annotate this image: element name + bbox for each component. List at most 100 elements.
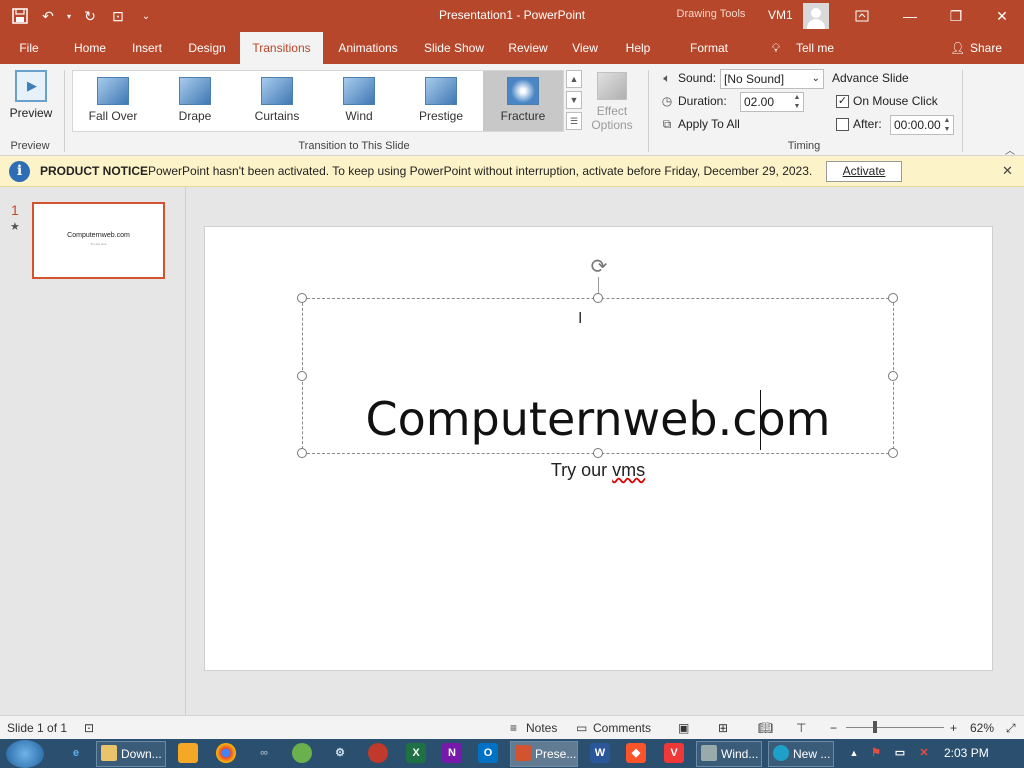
tab-home[interactable]: Home — [64, 32, 116, 64]
tab-file[interactable]: File — [8, 32, 50, 64]
group-separator — [64, 70, 65, 152]
word-icon[interactable]: W — [590, 743, 610, 763]
taskbar-downloads-label: Down... — [121, 747, 162, 761]
preview-icon — [15, 70, 47, 102]
normal-view-icon[interactable]: ▣ — [678, 721, 689, 735]
slide-title[interactable]: Computernweb.com — [302, 392, 894, 446]
transition-fall-over[interactable]: Fall Over — [73, 71, 153, 131]
duration-value: 02.00 — [744, 95, 775, 109]
transition-curtains[interactable]: Curtains — [237, 71, 317, 131]
resize-handle[interactable] — [297, 371, 307, 381]
collapse-ribbon-icon[interactable]: ︿ — [1002, 142, 1018, 157]
slide-show-view-icon[interactable]: ⊤ — [796, 721, 806, 735]
thumbnail-subtitle: Try our vms — [90, 242, 107, 246]
transition-gallery: Fall Over Drape Curtains Wind Prestige F… — [72, 70, 564, 132]
tray-flag-icon[interactable]: ⚑ — [866, 743, 886, 763]
gallery-scroll-up-icon[interactable]: ▲ — [566, 70, 582, 88]
fit-slide-icon[interactable]: ⤢ — [1006, 721, 1016, 736]
notes-icon[interactable]: ≡ — [510, 721, 517, 735]
comments-icon[interactable]: ▭ — [576, 721, 587, 735]
close-notice-icon[interactable]: ✕ — [1002, 163, 1013, 179]
taskbar-powerpoint-button[interactable]: Prese... — [510, 741, 578, 767]
tab-insert[interactable]: Insert — [124, 32, 170, 64]
restore-icon[interactable]: ❐ — [944, 4, 968, 28]
transition-drape[interactable]: Drape — [155, 71, 235, 131]
tab-view[interactable]: View — [566, 32, 604, 64]
settings-icon[interactable]: ⚙ — [330, 743, 350, 763]
resize-handle[interactable] — [888, 448, 898, 458]
user-name[interactable]: VM1 — [768, 8, 793, 22]
tab-design[interactable]: Design — [180, 32, 234, 64]
spinner-arrows-icon[interactable]: ▲ ▼ — [942, 116, 952, 134]
internet-explorer-icon[interactable]: e — [66, 743, 86, 763]
duration-spinner[interactable]: 02.00 ▲ ▼ — [740, 92, 804, 112]
transition-fracture[interactable]: Fracture — [483, 71, 563, 131]
group-label-preview: Preview — [10, 140, 50, 152]
start-button-icon[interactable] — [6, 740, 44, 768]
transition-wind[interactable]: Wind — [319, 71, 399, 131]
resize-handle[interactable] — [297, 293, 307, 303]
resize-handle[interactable] — [888, 293, 898, 303]
paint-icon[interactable] — [368, 743, 388, 763]
notes-button[interactable]: Notes — [526, 721, 557, 735]
outlook-icon[interactable]: O — [478, 743, 498, 763]
zoom-in-icon[interactable]: + — [950, 721, 957, 735]
taskbar-edge-button[interactable]: New ... — [768, 741, 834, 767]
folder-icon — [101, 745, 117, 761]
comments-button[interactable]: Comments — [593, 721, 651, 735]
tray-volume-icon[interactable]: ✕ — [914, 743, 934, 763]
zoom-slider[interactable] — [846, 727, 944, 728]
zoom-slider-thumb[interactable] — [873, 721, 877, 733]
brave-icon[interactable]: ◆ — [626, 743, 646, 763]
minimize-icon[interactable]: — — [898, 4, 922, 28]
apply-to-all-button[interactable]: ⧉ Apply To All — [660, 117, 740, 131]
taskbar-clock[interactable]: 2:03 PM — [944, 746, 989, 760]
zoom-out-icon[interactable]: − — [830, 721, 837, 735]
after-checkbox[interactable] — [836, 117, 849, 131]
close-icon[interactable]: ✕ — [990, 4, 1014, 28]
resize-handle[interactable] — [593, 448, 603, 458]
resize-handle[interactable] — [593, 293, 603, 303]
resize-handle[interactable] — [297, 448, 307, 458]
tray-network-icon[interactable]: ▭ — [890, 743, 910, 763]
tab-animations[interactable]: Animations — [330, 32, 406, 64]
ribbon-display-options-icon[interactable] — [850, 4, 874, 28]
tab-slide-show[interactable]: Slide Show — [418, 32, 490, 64]
tray-expand-icon[interactable]: ▲ — [844, 743, 864, 763]
tab-help[interactable]: Help — [618, 32, 658, 64]
tell-me-search[interactable]: Tell me — [790, 32, 840, 64]
taskbar-downloads-button[interactable]: Down... — [96, 741, 166, 767]
effect-options-button[interactable]: Effect Options — [588, 70, 636, 140]
sound-dropdown[interactable]: [No Sound] ⌄ — [720, 69, 824, 89]
transition-prestige[interactable]: Prestige — [401, 71, 481, 131]
transition-label: Wind — [345, 109, 373, 123]
slide-subtitle[interactable]: Try our vms — [302, 460, 894, 481]
gallery-more-icon[interactable]: ☰ — [566, 112, 582, 130]
share-button[interactable]: Share — [966, 32, 1006, 64]
network-icon[interactable]: ∞ — [254, 743, 274, 763]
media-player-icon[interactable] — [178, 743, 198, 763]
accessibility-icon[interactable]: ⊡ — [84, 721, 94, 735]
after-time-spinner[interactable]: 00:00.00 ▲ ▼ — [890, 115, 954, 135]
preview-button[interactable]: Preview — [4, 68, 58, 128]
chrome-icon[interactable] — [216, 743, 236, 763]
app-icon[interactable] — [292, 743, 312, 763]
tab-format[interactable]: Format — [676, 32, 742, 64]
vivaldi-icon[interactable]: V — [664, 743, 684, 763]
onenote-icon[interactable]: N — [442, 743, 462, 763]
tab-transitions[interactable]: Transitions — [240, 32, 323, 64]
avatar[interactable] — [803, 3, 829, 29]
reading-view-icon[interactable]: 📖︎ — [758, 721, 773, 735]
on-mouse-click-checkbox[interactable]: ✓ — [836, 94, 849, 108]
activate-button[interactable]: Activate — [826, 161, 902, 182]
tab-review[interactable]: Review — [502, 32, 554, 64]
excel-icon[interactable]: X — [406, 743, 426, 763]
gallery-scroll-down-icon[interactable]: ▼ — [566, 91, 582, 109]
slide-sorter-icon[interactable]: ⊞ — [718, 721, 728, 735]
taskbar-windows-button[interactable]: Wind... — [696, 741, 762, 767]
slide-thumbnail[interactable]: Computernweb.com Try our vms — [32, 202, 165, 279]
resize-handle[interactable] — [888, 371, 898, 381]
rotate-handle-icon[interactable]: ⟳ — [587, 255, 611, 279]
spinner-arrows-icon[interactable]: ▲ ▼ — [792, 93, 802, 111]
zoom-level[interactable]: 62% — [970, 721, 994, 735]
